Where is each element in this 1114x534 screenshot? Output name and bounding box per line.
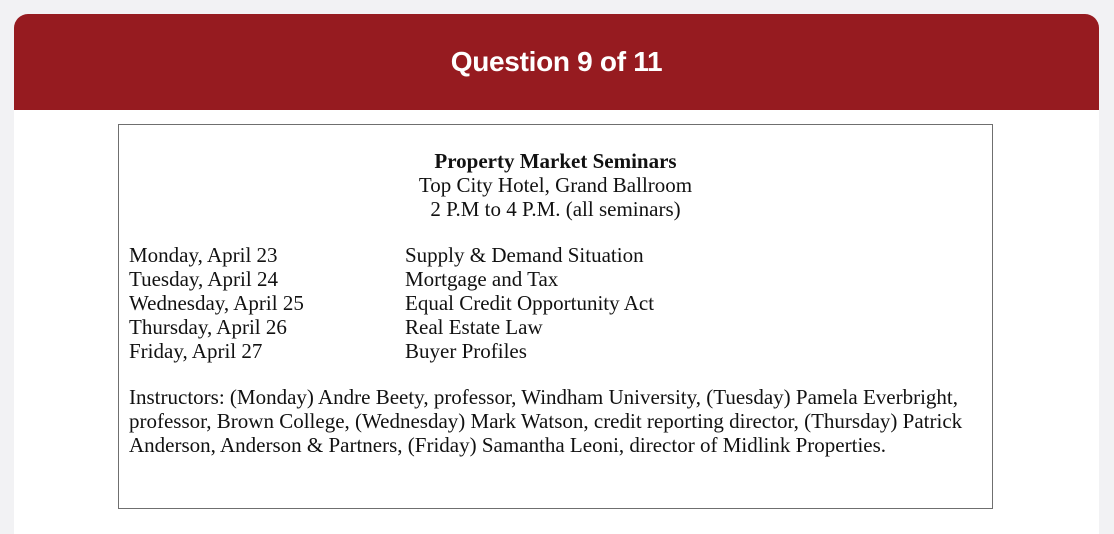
schedule-day: Wednesday, April 25 — [129, 291, 304, 315]
question-counter: Question 9 of 11 — [450, 46, 663, 77]
schedule-row: Tuesday, April 24 Mortgage and Tax — [129, 267, 992, 291]
schedule-day: Friday, April 27 — [129, 339, 263, 363]
schedule-topic: Mortgage and Tax — [405, 267, 559, 291]
notice-heading: Property Market Seminars Top City Hotel,… — [119, 149, 992, 221]
schedule-row: Monday, April 23 Supply & Demand Situati… — [129, 243, 992, 267]
notice-time: 2 P.M to 4 P.M. (all seminars) — [430, 197, 681, 221]
schedule-row: Friday, April 27 Buyer Profiles — [129, 339, 992, 363]
instructors-paragraph: Instructors: (Monday) Andre Beety, profe… — [129, 385, 963, 457]
schedule-row: Thursday, April 26 Real Estate Law — [129, 315, 992, 339]
question-header: Question 9 of 11 — [14, 14, 1099, 110]
schedule-topic: Buyer Profiles — [405, 339, 527, 363]
schedule-topic: Supply & Demand Situation — [405, 243, 644, 267]
notice-location: Top City Hotel, Grand Ballroom — [418, 173, 693, 197]
schedule-day: Tuesday, April 24 — [129, 267, 278, 291]
schedule-day: Monday, April 23 — [129, 243, 278, 267]
schedule-row: Wednesday, April 25 Equal Credit Opportu… — [129, 291, 992, 315]
notice-title: Property Market Seminars — [434, 149, 677, 173]
schedule-topic: Real Estate Law — [405, 315, 543, 339]
schedule-topic: Equal Credit Opportunity Act — [405, 291, 655, 315]
seminar-notice-image: Property Market Seminars Top City Hotel,… — [118, 124, 993, 509]
question-card: Question 9 of 11 Property Market Seminar… — [14, 14, 1099, 534]
schedule-day: Thursday, April 26 — [129, 315, 287, 339]
seminar-schedule: Monday, April 23 Supply & Demand Situati… — [129, 243, 992, 363]
